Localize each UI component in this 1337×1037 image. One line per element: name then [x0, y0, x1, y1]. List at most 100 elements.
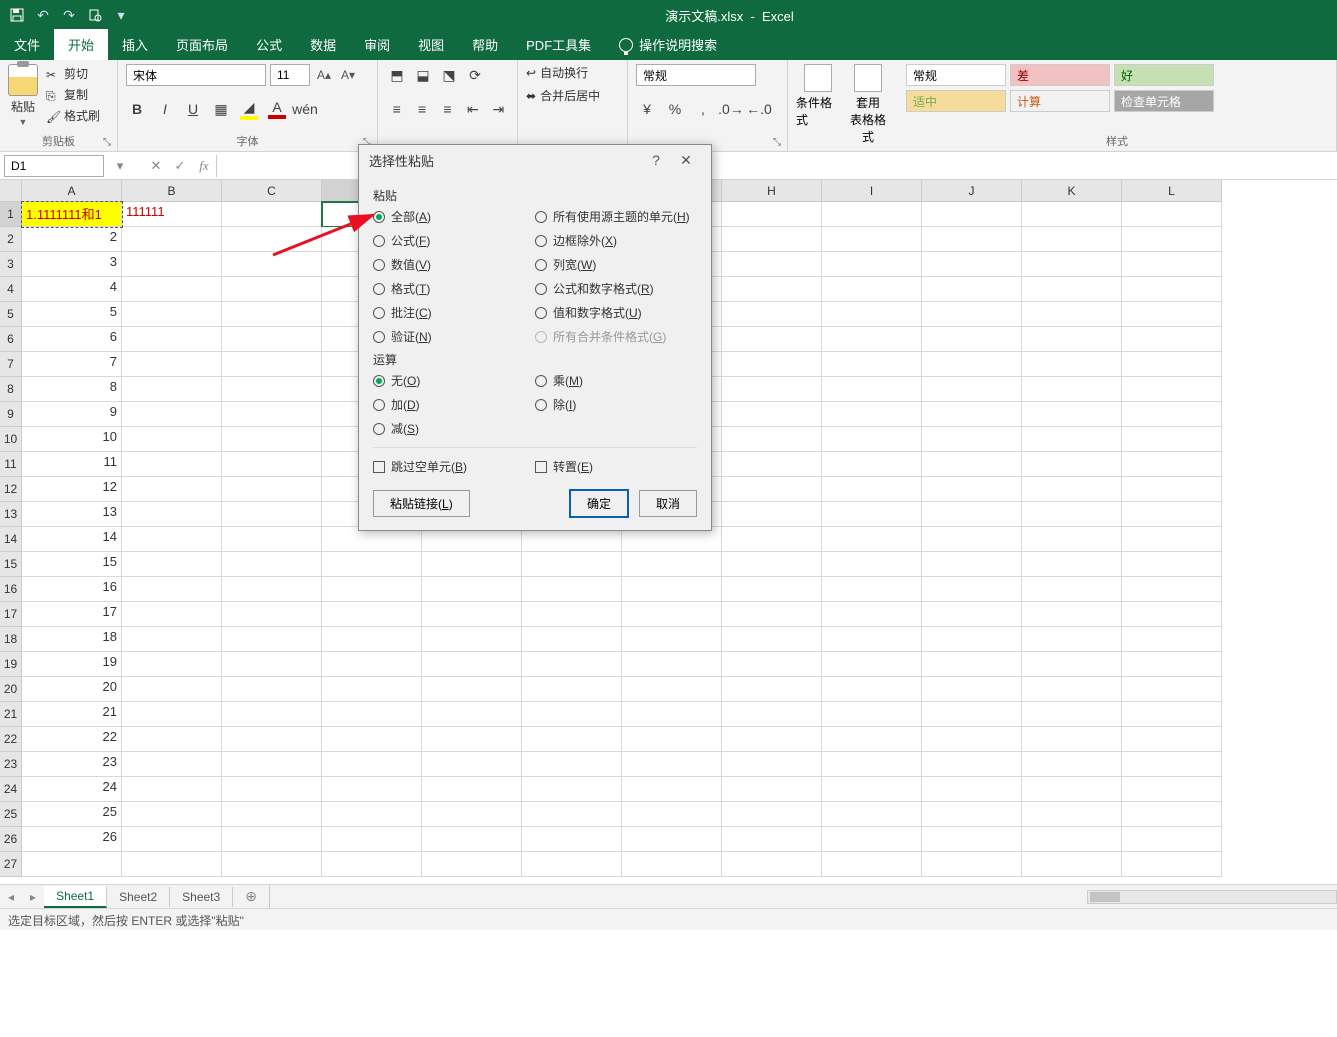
cell-A24[interactable]: 24: [22, 777, 122, 802]
insert-function-button[interactable]: fx: [192, 155, 216, 177]
cell-F27[interactable]: [522, 852, 622, 877]
cell-A26[interactable]: 26: [22, 827, 122, 852]
cell-B8[interactable]: [122, 377, 222, 402]
col-header-I[interactable]: I: [822, 180, 922, 202]
cell-C3[interactable]: [222, 252, 322, 277]
cell-A1[interactable]: 1.1111111和1: [22, 202, 122, 227]
cell-G25[interactable]: [622, 802, 722, 827]
cell-I25[interactable]: [822, 802, 922, 827]
cell-E19[interactable]: [422, 652, 522, 677]
cell-D21[interactable]: [322, 702, 422, 727]
cell-A9[interactable]: 9: [22, 402, 122, 427]
dialog-help-button[interactable]: ?: [641, 152, 671, 168]
cell-B4[interactable]: [122, 277, 222, 302]
radio-all-theme[interactable]: 所有使用源主题的单元(H): [535, 208, 697, 225]
cell-H6[interactable]: [722, 327, 822, 352]
cancel-edit-button[interactable]: ✕: [144, 155, 168, 177]
cell-A11[interactable]: 11: [22, 452, 122, 477]
cell-H27[interactable]: [722, 852, 822, 877]
cell-J14[interactable]: [922, 527, 1022, 552]
cell-A25[interactable]: 25: [22, 802, 122, 827]
cell-E18[interactable]: [422, 627, 522, 652]
merge-center-button[interactable]: ⬌合并后居中: [526, 87, 619, 104]
radio-values-numfmt[interactable]: 值和数字格式(U): [535, 304, 697, 321]
sheet-nav-next[interactable]: ▸: [22, 890, 44, 904]
cell-K26[interactable]: [1022, 827, 1122, 852]
cell-D22[interactable]: [322, 727, 422, 752]
cell-C14[interactable]: [222, 527, 322, 552]
save-icon[interactable]: [8, 6, 26, 24]
italic-button[interactable]: I: [154, 98, 176, 120]
cell-B24[interactable]: [122, 777, 222, 802]
align-middle-button[interactable]: ⬓: [412, 64, 434, 86]
row-header-26[interactable]: 26: [0, 827, 22, 852]
radio-subtract[interactable]: 减(S): [373, 420, 535, 437]
cell-B27[interactable]: [122, 852, 222, 877]
cell-K7[interactable]: [1022, 352, 1122, 377]
sheet-tab-3[interactable]: Sheet3: [170, 887, 233, 907]
cell-A6[interactable]: 6: [22, 327, 122, 352]
cell-H2[interactable]: [722, 227, 822, 252]
radio-formulas-numfmt[interactable]: 公式和数字格式(R): [535, 280, 697, 297]
cell-L7[interactable]: [1122, 352, 1222, 377]
cell-I1[interactable]: [822, 202, 922, 227]
cell-B14[interactable]: [122, 527, 222, 552]
dialog-close-button[interactable]: ✕: [671, 152, 701, 169]
col-header-L[interactable]: L: [1122, 180, 1222, 202]
sheet-tab-2[interactable]: Sheet2: [107, 887, 170, 907]
cell-B1[interactable]: 111111: [122, 202, 222, 227]
print-preview-icon[interactable]: [86, 6, 104, 24]
cell-K1[interactable]: [1022, 202, 1122, 227]
cell-J25[interactable]: [922, 802, 1022, 827]
cell-K27[interactable]: [1022, 852, 1122, 877]
bold-button[interactable]: B: [126, 98, 148, 120]
row-header-19[interactable]: 19: [0, 652, 22, 677]
cell-K18[interactable]: [1022, 627, 1122, 652]
radio-formats[interactable]: 格式(T): [373, 280, 535, 297]
cell-I15[interactable]: [822, 552, 922, 577]
row-header-24[interactable]: 24: [0, 777, 22, 802]
tab-review[interactable]: 审阅: [350, 29, 404, 60]
cell-I4[interactable]: [822, 277, 922, 302]
cell-I26[interactable]: [822, 827, 922, 852]
font-size-input[interactable]: [270, 64, 310, 86]
tab-formulas[interactable]: 公式: [242, 29, 296, 60]
radio-multiply[interactable]: 乘(M): [535, 372, 697, 389]
cell-J1[interactable]: [922, 202, 1022, 227]
row-header-21[interactable]: 21: [0, 702, 22, 727]
cell-B13[interactable]: [122, 502, 222, 527]
name-box[interactable]: [4, 155, 104, 177]
select-all-button[interactable]: [0, 180, 22, 202]
cell-E20[interactable]: [422, 677, 522, 702]
cell-G23[interactable]: [622, 752, 722, 777]
cell-E15[interactable]: [422, 552, 522, 577]
cell-C12[interactable]: [222, 477, 322, 502]
cell-K9[interactable]: [1022, 402, 1122, 427]
cell-I12[interactable]: [822, 477, 922, 502]
cell-A3[interactable]: 3: [22, 252, 122, 277]
cell-D27[interactable]: [322, 852, 422, 877]
cell-A2[interactable]: 2: [22, 227, 122, 252]
cell-H10[interactable]: [722, 427, 822, 452]
cell-G27[interactable]: [622, 852, 722, 877]
row-header-3[interactable]: 3: [0, 252, 22, 277]
row-header-15[interactable]: 15: [0, 552, 22, 577]
style-neutral[interactable]: 适中: [906, 90, 1006, 112]
cell-D23[interactable]: [322, 752, 422, 777]
cell-L9[interactable]: [1122, 402, 1222, 427]
redo-icon[interactable]: ↷: [60, 6, 78, 24]
align-center-button[interactable]: ≡: [411, 98, 432, 120]
row-header-1[interactable]: 1: [0, 202, 22, 227]
cell-A21[interactable]: 21: [22, 702, 122, 727]
cell-F16[interactable]: [522, 577, 622, 602]
cell-E23[interactable]: [422, 752, 522, 777]
cell-H5[interactable]: [722, 302, 822, 327]
cell-H3[interactable]: [722, 252, 822, 277]
cell-C9[interactable]: [222, 402, 322, 427]
tab-pdftools[interactable]: PDF工具集: [512, 29, 605, 60]
cell-K11[interactable]: [1022, 452, 1122, 477]
cell-I3[interactable]: [822, 252, 922, 277]
cell-L17[interactable]: [1122, 602, 1222, 627]
radio-add[interactable]: 加(D): [373, 396, 535, 413]
cell-D15[interactable]: [322, 552, 422, 577]
